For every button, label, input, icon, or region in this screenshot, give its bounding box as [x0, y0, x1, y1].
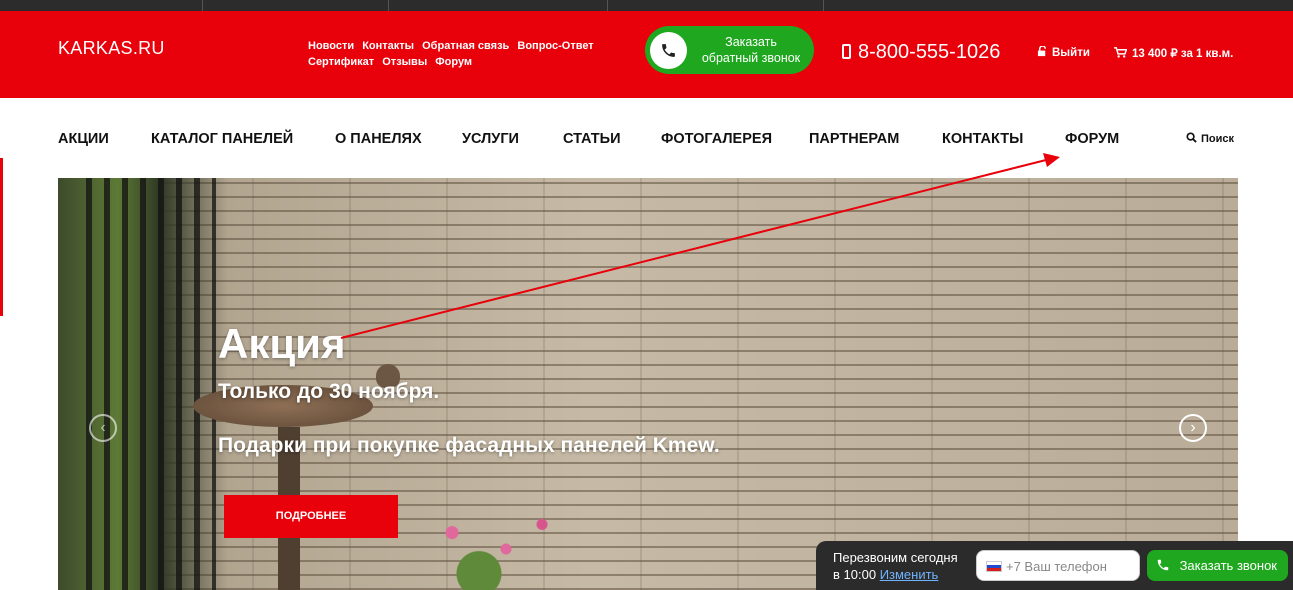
top-strip-divider [607, 0, 608, 11]
banner-description: Подарки при покупке фасадных панелей Kme… [218, 434, 720, 457]
phone-icon [650, 32, 687, 69]
callback-label-line1: Заказать [725, 35, 777, 49]
callback-widget: Перезвоним сегодня в 10:00 Изменить Зака… [816, 541, 1293, 590]
top-strip-divider [388, 0, 389, 11]
banner-flowers-image [398, 508, 578, 590]
callback-widget-line1: Перезвоним сегодня [833, 550, 958, 565]
header-phone[interactable]: 8-800-555-1026 [842, 41, 1000, 64]
top-link-certificate[interactable]: Сертификат [308, 56, 374, 68]
search-button[interactable]: Поиск [1186, 132, 1234, 145]
russia-flag-icon[interactable] [986, 561, 1002, 572]
nav-item-promotions[interactable]: АКЦИИ [58, 131, 109, 147]
nav-item-forum[interactable]: ФОРУМ [1065, 131, 1119, 147]
mobile-phone-icon [842, 44, 851, 59]
top-strip-divider [823, 0, 824, 11]
chevron-right-icon: › [1190, 419, 1196, 436]
top-strip [0, 0, 1293, 11]
top-link-faq[interactable]: Вопрос-Ответ [517, 40, 593, 52]
top-link-contacts[interactable]: Контакты [362, 40, 414, 52]
slider-prev-button[interactable]: ‹ [89, 414, 117, 442]
nav-item-partners[interactable]: ПАРТНЕРАМ [809, 131, 899, 147]
logout-label: Выйти [1052, 47, 1090, 59]
more-button[interactable]: ПОДРОБНЕЕ [224, 495, 398, 538]
phone-input-wrapper [976, 550, 1140, 581]
callback-request-button[interactable]: Заказать обратный звонок [645, 26, 814, 74]
nav-item-gallery[interactable]: ФОТОГАЛЕРЕЯ [661, 131, 772, 147]
nav-item-contacts[interactable]: КОНТАКТЫ [942, 131, 1023, 147]
cart-price[interactable]: 13 400 ₽ за 1 кв.м. [1114, 46, 1233, 60]
nav-item-about-panels[interactable]: О ПАНЕЛЯХ [335, 131, 422, 147]
nav-item-articles[interactable]: СТАТЬИ [563, 131, 621, 147]
top-link-news[interactable]: Новости [308, 40, 354, 52]
unlock-icon [1037, 45, 1046, 57]
phone-icon [1157, 559, 1169, 571]
banner-title: Акция [218, 320, 346, 367]
search-icon [1186, 132, 1197, 143]
top-links: Новости Контакты Обратная связь Вопрос-О… [308, 38, 628, 70]
main-nav: АКЦИИ КАТАЛОГ ПАНЕЛЕЙ О ПАНЕЛЯХ УСЛУГИ С… [0, 98, 1293, 178]
top-link-feedback[interactable]: Обратная связь [422, 40, 509, 52]
nav-item-catalog[interactable]: КАТАЛОГ ПАНЕЛЕЙ [151, 131, 293, 147]
search-label: Поиск [1201, 133, 1235, 145]
slider-next-button[interactable]: › [1179, 414, 1207, 442]
callback-widget-time: в 10:00 [833, 567, 877, 582]
callback-label-line2: обратный звонок [701, 51, 801, 65]
header-phone-number: 8-800-555-1026 [858, 41, 1001, 63]
order-call-label: Заказать звонок [1179, 558, 1277, 573]
promo-banner: Акция Только до 30 ноября. Подарки при п… [58, 178, 1238, 590]
side-tab[interactable] [0, 158, 3, 316]
nav-item-services[interactable]: УСЛУГИ [462, 131, 519, 147]
cart-price-label: 13 400 ₽ за 1 кв.м. [1132, 48, 1234, 60]
change-time-link[interactable]: Изменить [880, 567, 939, 582]
logout-link[interactable]: Выйти [1037, 45, 1090, 59]
top-link-reviews[interactable]: Отзывы [382, 56, 427, 68]
banner-subtitle: Только до 30 ноября. [218, 380, 440, 403]
phone-input[interactable] [1006, 557, 1136, 575]
chevron-left-icon: ‹ [100, 419, 106, 436]
cart-icon [1114, 47, 1128, 58]
top-link-forum[interactable]: Форум [435, 56, 472, 68]
order-call-button[interactable]: Заказать звонок [1147, 550, 1288, 581]
callback-widget-text: Перезвоним сегодня в 10:00 Изменить [833, 549, 958, 583]
site-logo[interactable]: KARKAS.RU [58, 38, 165, 59]
callback-request-label: Заказать обратный звонок [693, 34, 809, 66]
top-strip-divider [202, 0, 203, 11]
site-header: KARKAS.RU Новости Контакты Обратная связ… [0, 11, 1293, 98]
banner-fence-image [86, 178, 216, 590]
